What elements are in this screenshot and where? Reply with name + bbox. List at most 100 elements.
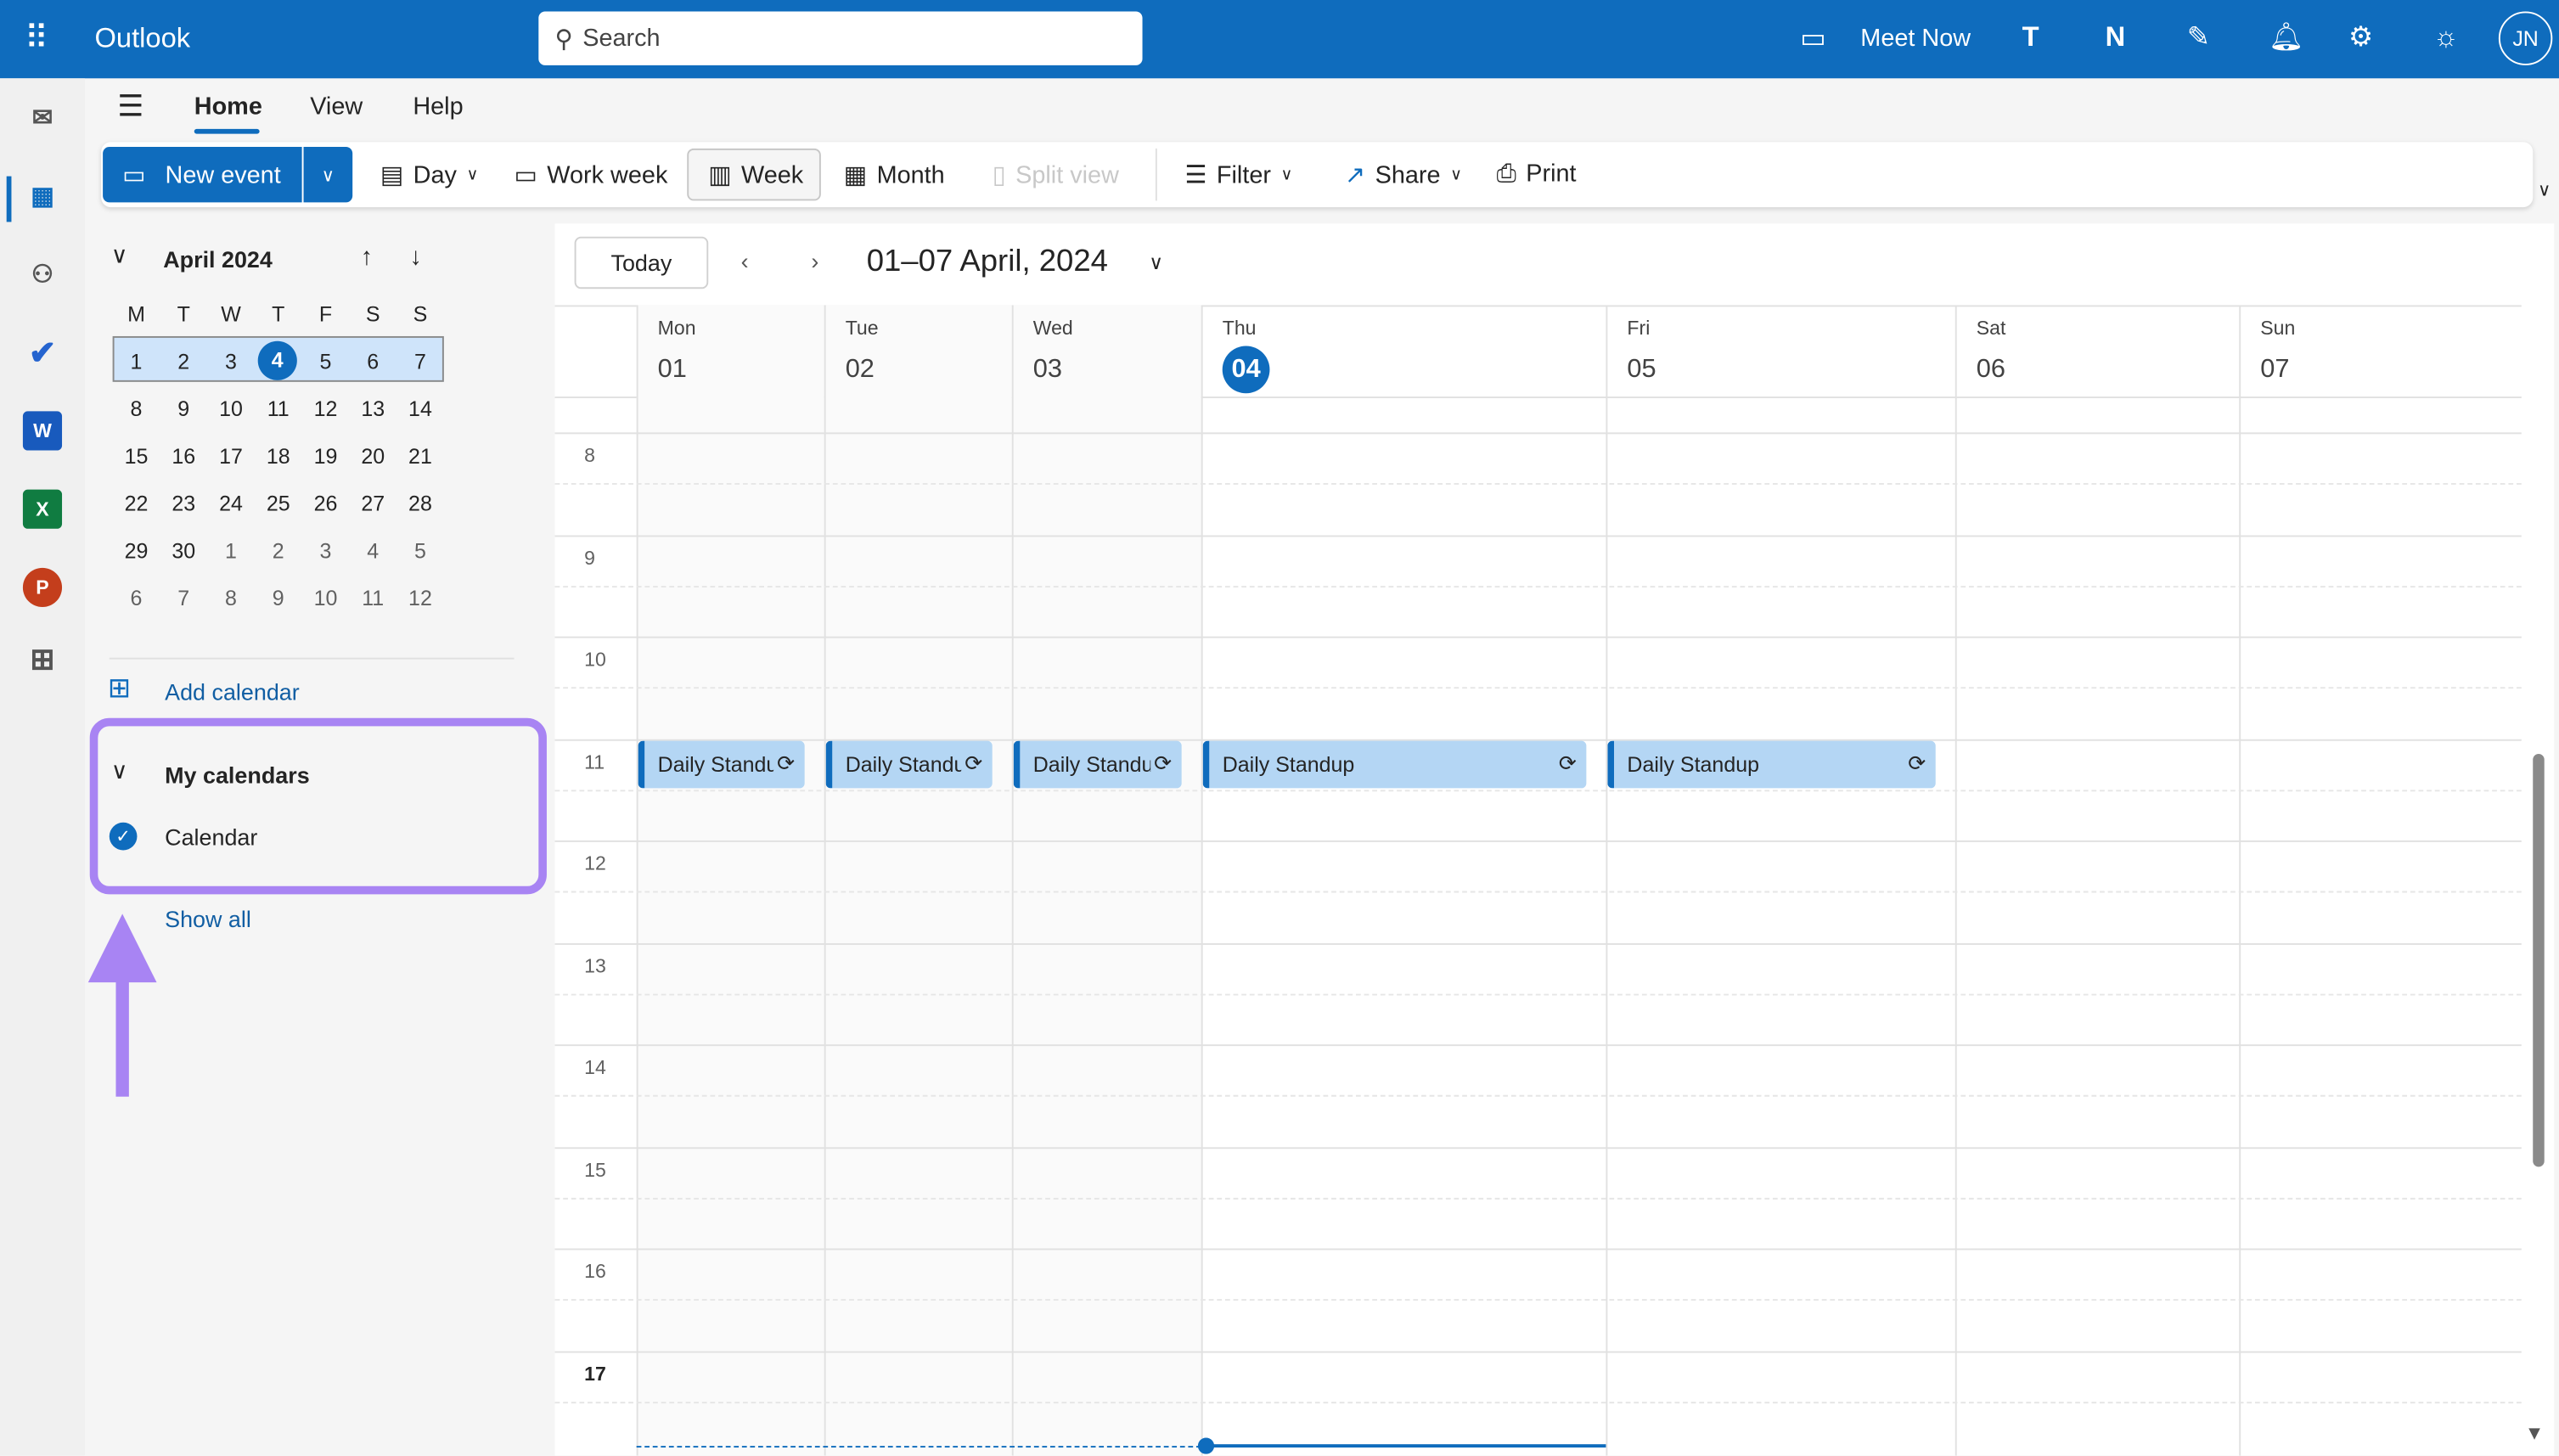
mini-calendar-day[interactable]: 5 [397, 538, 444, 563]
event-daily-standup[interactable]: Daily Standup⟳ [1013, 739, 1182, 788]
new-event-dropdown[interactable]: ∨ [303, 146, 353, 203]
date-range-chevron-icon[interactable]: ∨ [1149, 251, 1163, 274]
word-icon[interactable]: W [22, 411, 63, 451]
today-button[interactable]: Today [574, 236, 709, 290]
mini-calendar-day[interactable]: 9 [160, 396, 207, 421]
ribbon-expand-icon[interactable]: ∨ [2538, 179, 2551, 200]
hamburger-icon[interactable]: ☰ [117, 90, 143, 124]
show-all-link[interactable]: Show all [165, 906, 251, 932]
mini-calendar-day[interactable]: 2 [255, 538, 302, 563]
bell-icon[interactable]: 🔔︎ [2269, 21, 2304, 53]
mini-calendar-day[interactable]: 13 [349, 396, 397, 421]
mini-calendar-day[interactable]: 15 [113, 444, 160, 469]
previous-month-icon[interactable]: ↑ [361, 243, 373, 271]
mini-calendar-day[interactable]: 21 [397, 444, 444, 469]
today-date-badge[interactable]: 04 [1222, 346, 1270, 394]
mini-calendar-day[interactable]: 24 [207, 492, 255, 516]
search-input[interactable]: ⚲ Search [538, 11, 1143, 65]
day-number[interactable]: 06 [1977, 356, 2005, 385]
todo-icon[interactable]: ✔ [23, 333, 62, 372]
apps-icon[interactable]: ⊞ [23, 640, 62, 679]
mini-calendar-day[interactable]: 8 [207, 586, 255, 610]
day-number[interactable]: 05 [1627, 356, 1656, 385]
mini-calendar-day[interactable]: 1 [113, 349, 160, 374]
work-week-button[interactable]: ▭ Work week [514, 160, 667, 189]
calendar-icon[interactable]: ▦ [23, 177, 62, 216]
scroll-down-icon[interactable]: ▼ [2525, 1421, 2545, 1444]
mini-calendar-day[interactable]: 25 [255, 492, 302, 516]
mini-calendar-day[interactable]: 29 [113, 538, 160, 563]
mini-calendar-day[interactable]: 11 [255, 396, 302, 421]
collapse-chevron-icon[interactable]: ∨ [111, 241, 128, 269]
mini-calendar-day[interactable]: 18 [255, 444, 302, 469]
app-launcher-icon[interactable]: ⠿ [25, 18, 48, 59]
event-daily-standup[interactable]: Daily Standup⟳ [638, 739, 805, 788]
tab-home[interactable]: Home [194, 93, 262, 121]
meet-now-button[interactable]: Meet Now [1860, 25, 1971, 53]
mini-calendar-day[interactable]: 4 [257, 340, 297, 380]
event-daily-standup[interactable]: Daily Standup⟳ [825, 739, 993, 788]
powerpoint-icon[interactable]: P [22, 567, 63, 608]
people-icon[interactable]: ⚇ [23, 255, 62, 294]
day-number[interactable]: 07 [2260, 356, 2289, 385]
mini-calendar-day[interactable]: 12 [302, 396, 350, 421]
new-event-button[interactable]: ▭ New event [103, 146, 302, 203]
next-week-icon[interactable]: › [811, 248, 818, 274]
mini-calendar-day[interactable]: 1 [207, 538, 255, 563]
teams-icon[interactable]: T [2022, 21, 2039, 53]
excel-icon[interactable]: X [22, 489, 63, 529]
mini-calendar-day[interactable]: 22 [113, 492, 160, 516]
mini-calendar-day[interactable]: 16 [160, 444, 207, 469]
mini-calendar-day[interactable]: 3 [302, 538, 350, 563]
event-daily-standup[interactable]: Daily Standup⟳ [1607, 739, 1936, 788]
mini-calendar-day[interactable]: 26 [302, 492, 350, 516]
next-month-icon[interactable]: ↓ [409, 243, 421, 271]
print-button[interactable]: ⎙ Print [1497, 160, 1577, 188]
mail-icon[interactable]: ✉ [23, 98, 62, 137]
add-calendar-link[interactable]: Add calendar [165, 679, 300, 706]
date-range-title[interactable]: 01–07 April, 2024 [867, 245, 1108, 280]
event-daily-standup[interactable]: Daily Standup⟳ [1202, 739, 1587, 788]
avatar[interactable]: JN [2498, 11, 2553, 65]
lightbulb-icon[interactable]: ☼ [2433, 21, 2459, 53]
day-number[interactable]: 02 [846, 356, 875, 385]
scrollbar-thumb[interactable] [2533, 754, 2545, 1167]
mini-calendar-day[interactable]: 9 [255, 586, 302, 610]
mini-calendar-day[interactable]: 10 [207, 396, 255, 421]
filter-button[interactable]: ☰ Filter ∨ [1185, 160, 1293, 189]
previous-week-icon[interactable]: ‹ [741, 248, 749, 274]
mini-calendar-day[interactable]: 4 [349, 538, 397, 563]
tab-view[interactable]: View [310, 93, 363, 121]
gear-icon[interactable]: ⚙ [2348, 21, 2373, 53]
mini-calendar-day[interactable]: 14 [397, 396, 444, 421]
mini-calendar-day[interactable]: 2 [160, 349, 207, 374]
scrollbar[interactable]: ▼ [2525, 223, 2555, 1456]
todo-icon[interactable]: ✎ [2187, 21, 2210, 53]
mini-calendar-day[interactable]: 11 [349, 586, 397, 610]
mini-calendar-day[interactable]: 17 [207, 444, 255, 469]
mini-calendar-day[interactable]: 7 [160, 586, 207, 610]
mini-calendar-day[interactable]: 27 [349, 492, 397, 516]
video-icon[interactable]: ▭ [1800, 23, 1826, 55]
day-button[interactable]: ▤ Day ∨ [380, 160, 479, 189]
mini-calendar-day[interactable]: 5 [302, 349, 350, 374]
mini-calendar-day[interactable]: 20 [349, 444, 397, 469]
mini-calendar-day[interactable]: 30 [160, 538, 207, 563]
mini-calendar-day[interactable]: 7 [397, 349, 444, 374]
mini-calendar-day[interactable]: 8 [113, 396, 160, 421]
day-number[interactable]: 01 [658, 356, 687, 385]
mini-calendar-day[interactable]: 3 [207, 349, 255, 374]
week-button-label[interactable]: ▥ Week [708, 160, 803, 189]
onenote-icon[interactable]: N [2106, 21, 2126, 53]
mini-calendar-day[interactable]: 19 [302, 444, 350, 469]
share-button[interactable]: ↗ Share ∨ [1345, 160, 1462, 189]
day-number[interactable]: 03 [1033, 356, 1062, 385]
month-button[interactable]: ▦ Month [844, 160, 945, 189]
mini-calendar-day[interactable]: 28 [397, 492, 444, 516]
mini-calendar-day[interactable]: 6 [349, 349, 397, 374]
mini-calendar-day[interactable]: 6 [113, 586, 160, 610]
mini-calendar-day[interactable]: 12 [397, 586, 444, 610]
mini-calendar-day[interactable]: 23 [160, 492, 207, 516]
mini-calendar-day[interactable]: 10 [302, 586, 350, 610]
tab-help[interactable]: Help [413, 93, 463, 121]
